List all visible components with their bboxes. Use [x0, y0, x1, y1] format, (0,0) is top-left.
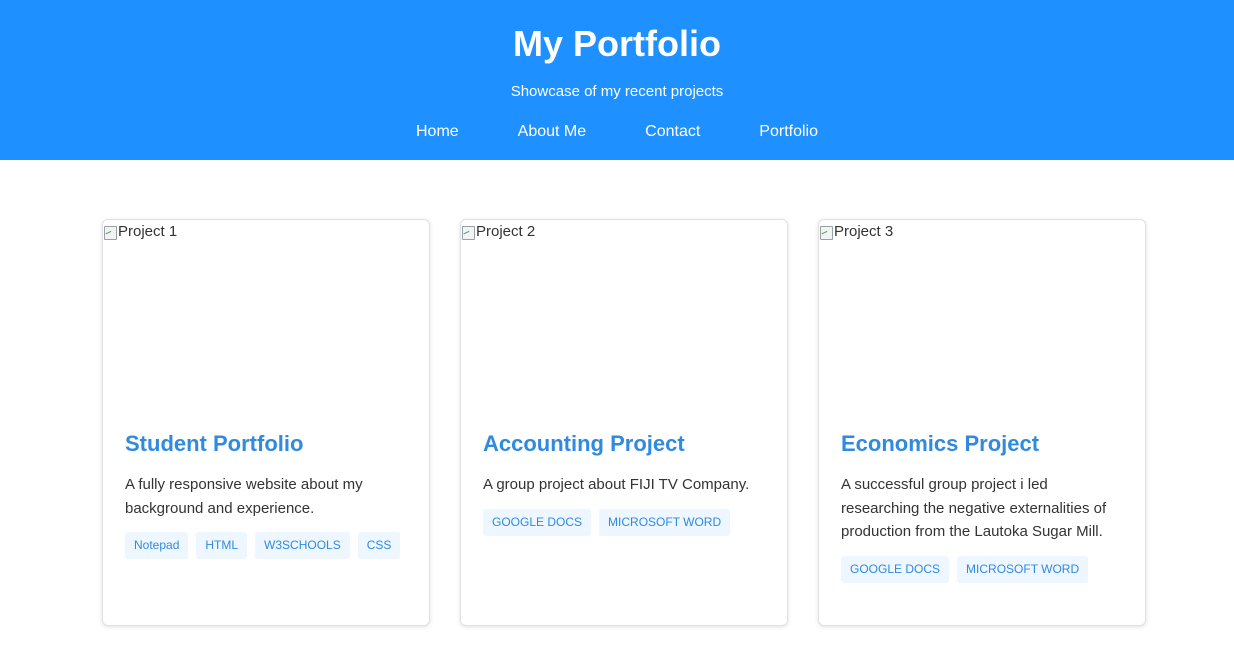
card-body: Accounting Project A group project about… — [461, 410, 787, 536]
site-subtitle: Showcase of my recent projects — [510, 83, 724, 100]
project-image: Project 3 — [819, 220, 1145, 410]
project-image: Project 2 — [461, 220, 787, 410]
nav-home[interactable]: Home — [416, 122, 459, 142]
tag: W3SCHOOLS — [255, 532, 350, 559]
project-description: A successful group project i led researc… — [841, 476, 1107, 540]
site-title: My Portfolio — [513, 23, 721, 64]
broken-image-placeholder: Project 2 — [461, 223, 535, 241]
nav-about-me[interactable]: About Me — [518, 122, 586, 142]
project-card: Project 2 Accounting Project A group pro… — [460, 219, 788, 626]
project-title: Economics Project — [841, 431, 1040, 456]
tag: Notepad — [125, 532, 189, 559]
broken-image-icon — [103, 224, 117, 240]
tag-list: GOOGLE DOCS MICROSOFT WORD — [483, 508, 765, 536]
project-description: A group project about FIJI TV Company. — [483, 476, 750, 493]
image-alt-text: Project 2 — [476, 223, 536, 240]
broken-image-placeholder: Project 1 — [103, 223, 177, 241]
tag: CSS — [357, 532, 401, 559]
project-title: Student Portfolio — [125, 431, 304, 456]
project-card: Project 3 Economics Project A successful… — [818, 219, 1146, 626]
tag: MICROSOFT WORD — [599, 508, 731, 536]
image-alt-text: Project 3 — [834, 223, 894, 240]
tag: GOOGLE DOCS — [483, 508, 592, 536]
card-body: Student Portfolio A fully responsive web… — [103, 410, 429, 559]
project-image: Project 1 — [103, 220, 429, 410]
project-card: Project 1 Student Portfolio A fully resp… — [102, 219, 430, 626]
tag: HTML — [196, 532, 248, 559]
tag-list: Notepad HTML W3SCHOOLS CSS — [125, 532, 407, 559]
broken-image-icon — [461, 224, 475, 240]
broken-image-placeholder: Project 3 — [819, 223, 893, 241]
tag: MICROSOFT WORD — [957, 555, 1089, 583]
projects-grid: Project 1 Student Portfolio A fully resp… — [102, 219, 1146, 626]
project-description: A fully responsive website about my back… — [125, 476, 363, 517]
tag: GOOGLE DOCS — [841, 555, 950, 583]
broken-image-icon — [819, 224, 833, 240]
project-title: Accounting Project — [483, 431, 685, 456]
nav-portfolio[interactable]: Portfolio — [759, 122, 818, 142]
nav-contact[interactable]: Contact — [645, 122, 700, 142]
tag-list: GOOGLE DOCS MICROSOFT WORD — [841, 555, 1123, 583]
main-nav: Home About Me Contact Portfolio — [0, 122, 1234, 142]
card-body: Economics Project A successful group pro… — [819, 410, 1145, 583]
image-alt-text: Project 1 — [118, 223, 178, 240]
site-header: My Portfolio Showcase of my recent proje… — [0, 0, 1234, 160]
